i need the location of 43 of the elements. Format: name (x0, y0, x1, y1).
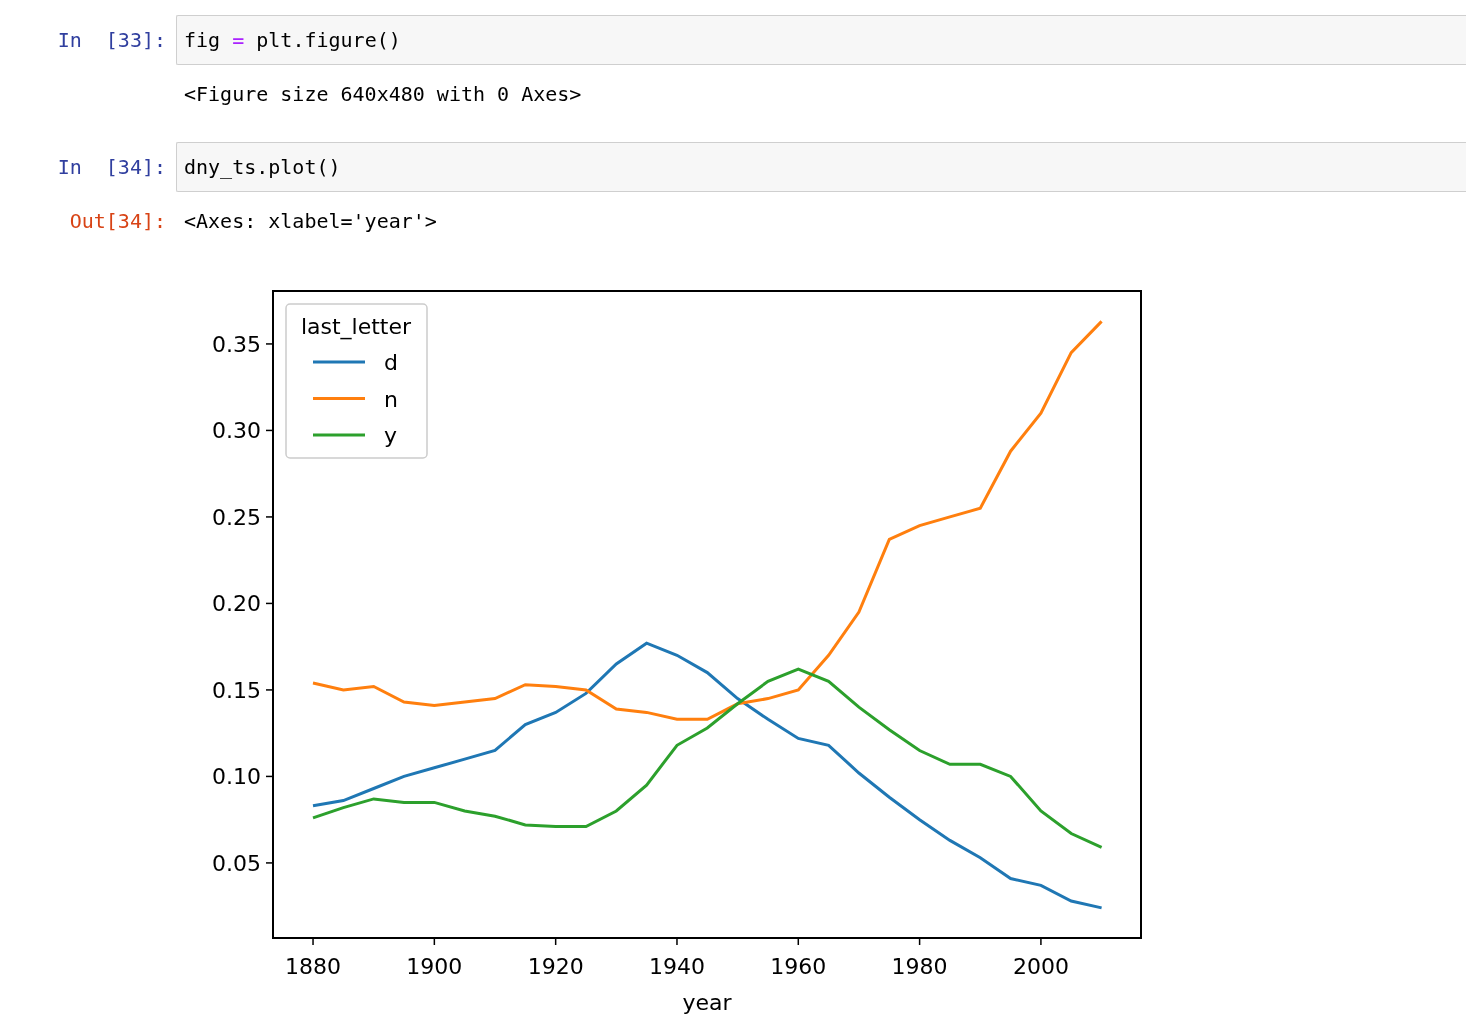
code-input-field[interactable]: fig = plt.figure() (176, 15, 1466, 65)
tick-mark (312, 937, 314, 946)
tick-mark (265, 689, 274, 691)
axis-tick-label: 0.15 (212, 677, 261, 703)
axis-tick-label: 1960 (770, 954, 827, 979)
tick-mark (265, 775, 274, 778)
legend-swatch (313, 397, 365, 400)
tick-mark (797, 937, 800, 946)
legend-swatch (313, 360, 365, 364)
tick-mark (676, 937, 678, 946)
axis-tick-label: 1940 (648, 954, 705, 979)
axis-label: year (682, 990, 732, 1015)
axis-tick-label: 1880 (285, 954, 342, 979)
output-text: <Figure size 640x480 with 0 Axes> (183, 81, 582, 108)
tick-mark (554, 937, 557, 946)
tick-mark (265, 602, 274, 605)
input-prompt: In [34]: (57, 154, 166, 181)
tick-mark (265, 343, 274, 345)
axis-tick-label: 1920 (527, 954, 584, 979)
axis-tick-label: 0.35 (212, 331, 261, 357)
legend-label: n (384, 386, 398, 412)
tick-mark (1040, 937, 1042, 946)
legend-title: last_letter (300, 314, 412, 339)
tick-mark (265, 862, 274, 864)
axis-tick-label: 0.10 (212, 764, 261, 790)
tick-mark (918, 937, 921, 946)
axis-tick-label: 2000 (1012, 954, 1069, 979)
tick-mark (265, 516, 274, 518)
tick-mark (433, 937, 436, 946)
output-text: <Axes: xlabel='year'> (183, 208, 437, 235)
axis-tick-label: 1980 (891, 954, 948, 979)
tick-mark (265, 429, 274, 432)
axis-tick-label: 1900 (406, 954, 463, 979)
legend-label: y (384, 423, 398, 448)
axis-tick-label: 0.30 (212, 418, 261, 444)
legend-swatch (313, 433, 365, 437)
axis-tick-label: 0.25 (212, 504, 261, 530)
output-prompt: Out[34]: (69, 208, 166, 235)
code-input-field[interactable]: dny_ts.plot() (176, 142, 1466, 192)
input-prompt: In [33]: (57, 27, 166, 54)
axis-tick-label: 0.20 (212, 591, 261, 617)
legend-label: d (384, 350, 398, 375)
axis-tick-label: 0.05 (212, 850, 261, 876)
